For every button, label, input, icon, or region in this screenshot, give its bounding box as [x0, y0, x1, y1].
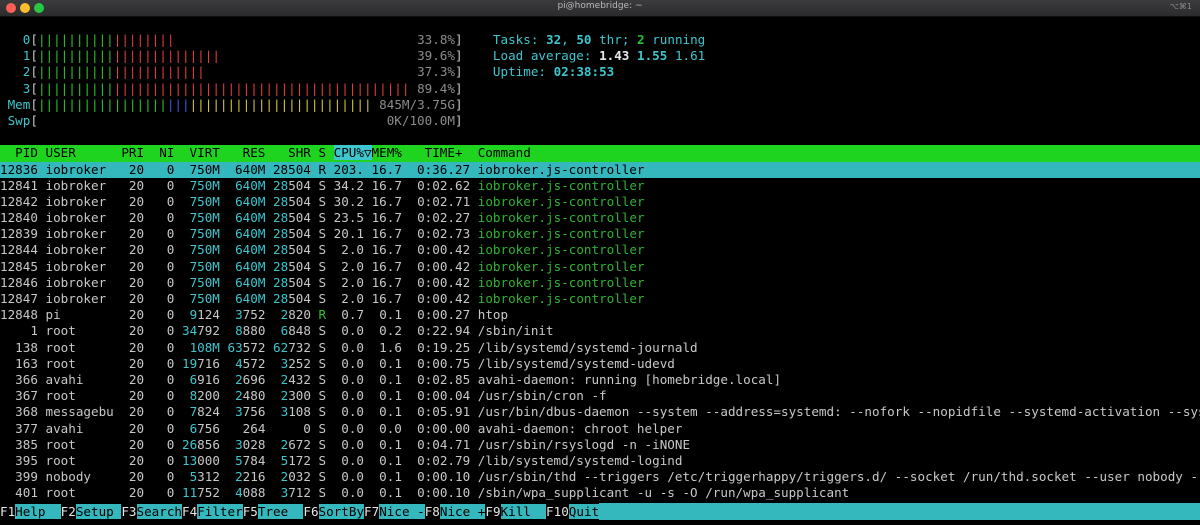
- sort-column-cpu[interactable]: CPU%▽: [333, 145, 372, 161]
- tasks-summary: Tasks: 32, 50 thr; 2 running: [492, 32, 706, 47]
- table-row[interactable]: 366 avahi 20 0 6916 2696 2432 S 0.0 0.1 …: [0, 372, 1200, 388]
- fkey-label[interactable]: Filter: [197, 504, 243, 519]
- table-row-selected[interactable]: 12836 iobroker 20 0 750M 640M 28504 R 20…: [0, 161, 1200, 178]
- fkey-label[interactable]: Nice +: [439, 504, 486, 519]
- table-row[interactable]: 385 root 20 0 26856 3028 2672 S 0.0 0.1 …: [0, 437, 1200, 453]
- table-header[interactable]: PID USER PRI NI VIRT RES SHR S CPU%▽MEM%…: [0, 145, 1200, 162]
- table-row[interactable]: 12840 iobroker 20 0 750M 640M 28504 S 23…: [0, 210, 1200, 226]
- mem-meter: Mem[||||||||||||||||||||||||||||||||||||…: [7, 96, 463, 112]
- table-row[interactable]: 368 messagebu 20 0 7824 3756 3108 S 0.0 …: [0, 404, 1200, 420]
- table-row[interactable]: 12848 pi 20 0 9124 3752 2820 R 0.7 0.1 0…: [0, 307, 1200, 323]
- fkey-label[interactable]: Help: [15, 504, 61, 519]
- table-row[interactable]: 12846 iobroker 20 0 750M 640M 28504 S 2.…: [0, 275, 1200, 291]
- cpu-meter-2: 2[|||||||||||||||||||||| 37.3%] Uptime: …: [22, 64, 615, 80]
- fkey-f3[interactable]: F3: [121, 504, 136, 519]
- fkey-f7[interactable]: F7: [364, 504, 379, 519]
- fkey-f9[interactable]: F9: [485, 504, 500, 519]
- terminal[interactable]: 0[|||||||||||||||||| 33.8%] Tasks: 32, 5…: [0, 32, 1200, 501]
- table-row[interactable]: 377 avahi 20 0 6756 264 0 S 0.0 0.0 0:00…: [0, 421, 1200, 437]
- fkey-f8[interactable]: F8: [425, 504, 440, 519]
- fkey-f2[interactable]: F2: [61, 504, 76, 519]
- window-titlebar: pi@homebridge: ~ ⌥⌘1: [0, 0, 1200, 17]
- window-shortcut: ⌥⌘1: [1169, 2, 1192, 11]
- fkey-f6[interactable]: F6: [303, 504, 318, 519]
- fkey-label[interactable]: SortBy: [318, 504, 365, 519]
- function-key-bar: F1Help F2Setup F3SearchF4FilterF5Tree F6…: [0, 503, 1200, 520]
- swap-meter: Swp[ 0K/100.0M]: [7, 112, 463, 128]
- table-row[interactable]: 12845 iobroker 20 0 750M 640M 28504 S 2.…: [0, 259, 1200, 275]
- table-row[interactable]: 399 nobody 20 0 5312 2216 2032 S 0.0 0.1…: [0, 469, 1200, 485]
- fkey-label[interactable]: Kill: [500, 504, 547, 519]
- fkey-label[interactable]: Search: [136, 504, 183, 519]
- table-row[interactable]: 163 root 20 0 19716 4572 3252 S 0.0 0.1 …: [0, 356, 1200, 372]
- fkey-f5[interactable]: F5: [243, 504, 258, 519]
- table-row[interactable]: 12842 iobroker 20 0 750M 640M 28504 S 30…: [0, 194, 1200, 210]
- table-row[interactable]: 138 root 20 0 108M 63572 62732 S 0.0 1.6…: [0, 340, 1200, 356]
- cpu-meter-1: 1[|||||||||||||||||||||||| 39.6%] Load a…: [22, 48, 706, 64]
- meters-area: 0[|||||||||||||||||| 33.8%] Tasks: 32, 5…: [0, 32, 1200, 145]
- table-row[interactable]: 1 root 20 0 34792 8880 6848 S 0.0 0.2 0:…: [0, 323, 1200, 339]
- table-row[interactable]: 12844 iobroker 20 0 750M 640M 28504 S 2.…: [0, 242, 1200, 258]
- window-title: pi@homebridge: ~: [557, 1, 643, 11]
- table-row[interactable]: 12847 iobroker 20 0 750M 640M 28504 S 2.…: [0, 291, 1200, 307]
- fkey-f1[interactable]: F1: [0, 504, 15, 519]
- fkey-label[interactable]: Tree: [257, 504, 304, 519]
- table-row[interactable]: 12839 iobroker 20 0 750M 640M 28504 S 20…: [0, 226, 1200, 242]
- fkey-label[interactable]: Quit: [568, 504, 600, 519]
- load-average: Load average: 1.43 1.55 1.61: [492, 48, 706, 64]
- uptime: Uptime: 02:38:53: [492, 64, 615, 80]
- process-table[interactable]: PID USER PRI NI VIRT RES SHR S CPU%▽MEM%…: [0, 145, 1200, 501]
- cpu-meter-3: 3[||||||||||||||||||||||||||||||||||||||…: [22, 80, 463, 96]
- table-row[interactable]: 401 root 20 0 11752 4088 3712 S 0.0 0.1 …: [0, 485, 1200, 501]
- fkey-f4[interactable]: F4: [182, 504, 197, 519]
- table-row[interactable]: 12841 iobroker 20 0 750M 640M 28504 S 34…: [0, 178, 1200, 194]
- fkey-f10[interactable]: F10: [546, 504, 569, 519]
- table-row[interactable]: 367 root 20 0 8200 2480 2300 S 0.0 0.1 0…: [0, 388, 1200, 404]
- fkey-label[interactable]: Setup: [75, 504, 122, 519]
- table-row[interactable]: 395 root 20 0 13000 5784 5172 S 0.0 0.1 …: [0, 453, 1200, 469]
- fkey-label[interactable]: Nice -: [379, 504, 425, 519]
- cpu-meter-0: 0[|||||||||||||||||| 33.8%] Tasks: 32, 5…: [22, 32, 706, 47]
